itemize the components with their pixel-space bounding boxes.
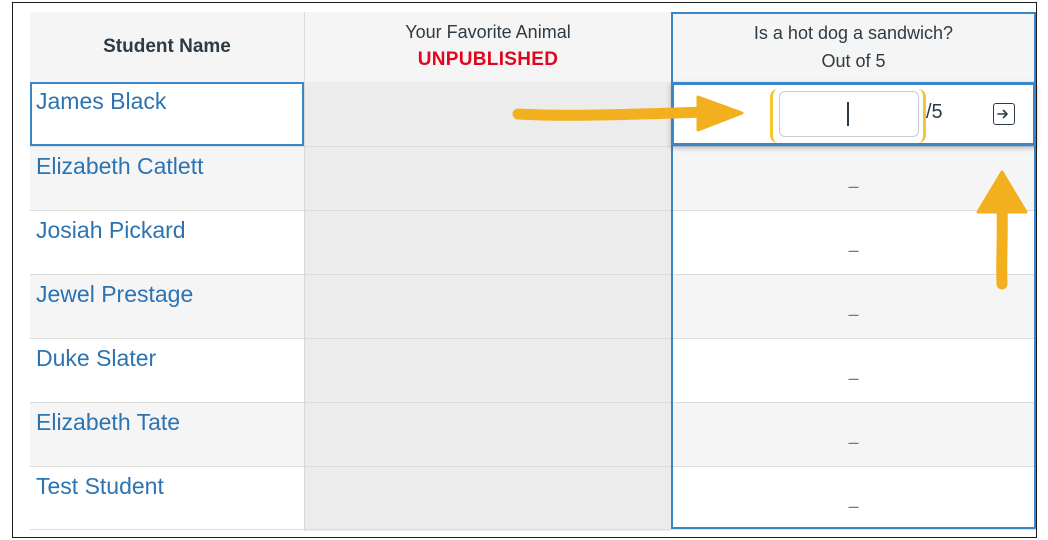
grade-input-highlight	[770, 89, 926, 143]
student-name-link[interactable]: Josiah Pickard	[30, 211, 304, 275]
assignment-title[interactable]: Is a hot dog a sandwich?	[754, 20, 953, 46]
grade-cell-disabled	[304, 82, 671, 146]
points-possible: /5	[926, 101, 943, 123]
student-name-link[interactable]: Duke Slater	[30, 339, 304, 403]
grade-cell-disabled	[304, 275, 671, 339]
grade-cell-disabled	[304, 403, 671, 467]
student-name-link[interactable]: Elizabeth Catlett	[30, 147, 304, 211]
header-student-name-label: Student Name	[103, 36, 231, 57]
header-assignment-hot-dog[interactable]: Is a hot dog a sandwich? Out of 5	[671, 12, 1036, 82]
selected-column-outline	[671, 82, 1036, 529]
submit-grade-button[interactable]	[993, 103, 1015, 125]
assignment-title[interactable]: Your Favorite Animal	[405, 19, 570, 45]
grade-input[interactable]	[779, 91, 919, 137]
unpublished-badge: UNPUBLISHED	[417, 49, 559, 70]
student-name-link[interactable]: Test Student	[30, 467, 304, 531]
header-student-name[interactable]: Student Name	[30, 12, 304, 82]
student-name-link[interactable]: Jewel Prestage	[30, 275, 304, 339]
student-name-link[interactable]: James Black	[30, 82, 304, 146]
header-assignment-favorite-animal[interactable]: Your Favorite Animal UNPUBLISHED	[304, 12, 671, 82]
grade-cell-disabled	[304, 467, 671, 531]
points-possible-label: Out of 5	[821, 51, 886, 71]
active-grade-cell[interactable]: /5	[671, 82, 1036, 146]
grade-cell-disabled	[304, 339, 671, 403]
student-name-link[interactable]: Elizabeth Tate	[30, 403, 304, 467]
arrow-into-box-icon	[997, 109, 1008, 119]
grade-cell-disabled	[304, 211, 671, 275]
grade-cell-disabled	[304, 147, 671, 211]
